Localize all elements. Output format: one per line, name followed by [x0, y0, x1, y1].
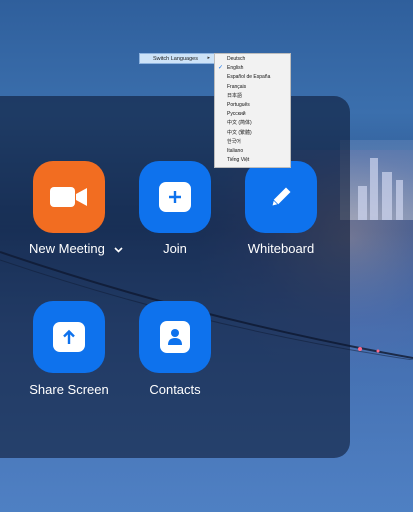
new-meeting-label-row[interactable]: New Meeting — [29, 241, 123, 256]
checkmark-icon: ✓ — [218, 65, 224, 72]
language-label: 中文 (简体) — [227, 120, 252, 127]
language-label: Français — [227, 83, 247, 90]
language-option-korean[interactable]: 한국어 — [215, 138, 290, 147]
whiteboard-label: Whiteboard — [247, 241, 315, 256]
new-meeting-label: New Meeting — [29, 241, 105, 256]
language-label: Español de España — [227, 74, 271, 81]
new-meeting-button[interactable] — [33, 161, 105, 233]
language-label: English — [227, 65, 244, 72]
language-label: 日本語 — [227, 92, 243, 99]
switch-languages-menu-item[interactable]: Switch Languages ▸ — [139, 53, 215, 64]
person-icon — [160, 321, 190, 353]
join-label: Join — [163, 241, 187, 256]
language-label: Tiếng Việt — [227, 157, 250, 164]
language-option-portugues[interactable]: Português — [215, 101, 290, 110]
language-label: 한국어 — [227, 138, 241, 145]
chevron-right-icon: ▸ — [207, 55, 210, 61]
video-camera-icon — [50, 187, 87, 207]
share-screen-button[interactable] — [33, 301, 105, 373]
language-option-espanol[interactable]: Español de España — [215, 73, 290, 82]
language-option-vietnamese[interactable]: Tiếng Việt — [215, 156, 290, 165]
contacts-button[interactable] — [139, 301, 211, 373]
languages-submenu: Deutsch ✓ English Español de España Franç… — [214, 53, 291, 168]
language-option-russian[interactable]: Русский — [215, 110, 290, 119]
language-label: Русский — [227, 111, 246, 118]
language-option-italiano[interactable]: Italiano — [215, 147, 290, 156]
upload-arrow-icon — [53, 322, 85, 352]
language-option-francais[interactable]: Français — [215, 83, 290, 92]
switch-languages-label: Switch Languages — [153, 55, 198, 62]
contacts-label: Contacts — [149, 382, 201, 397]
language-option-japanese[interactable]: 日本語 — [215, 92, 290, 101]
language-option-deutsch[interactable]: Deutsch — [215, 55, 290, 64]
language-option-chinese-traditional[interactable]: 中文 (繁體) — [215, 129, 290, 138]
language-option-chinese-simplified[interactable]: 中文 (简体) — [215, 119, 290, 128]
language-label: Português — [227, 101, 250, 108]
join-button[interactable] — [139, 161, 211, 233]
language-label: Italiano — [227, 147, 244, 154]
language-label: 中文 (繁體) — [227, 129, 252, 136]
pencil-icon — [271, 187, 291, 207]
language-option-english[interactable]: ✓ English — [215, 64, 290, 73]
home-panel: New Meeting Join Whiteboard Share Screen… — [0, 96, 350, 458]
language-label: Deutsch — [227, 56, 246, 62]
chevron-down-icon[interactable] — [113, 241, 123, 256]
share-screen-label: Share Screen — [29, 382, 109, 397]
background-city-skyline — [340, 140, 413, 220]
plus-icon — [159, 182, 191, 212]
whiteboard-button[interactable] — [245, 161, 317, 233]
